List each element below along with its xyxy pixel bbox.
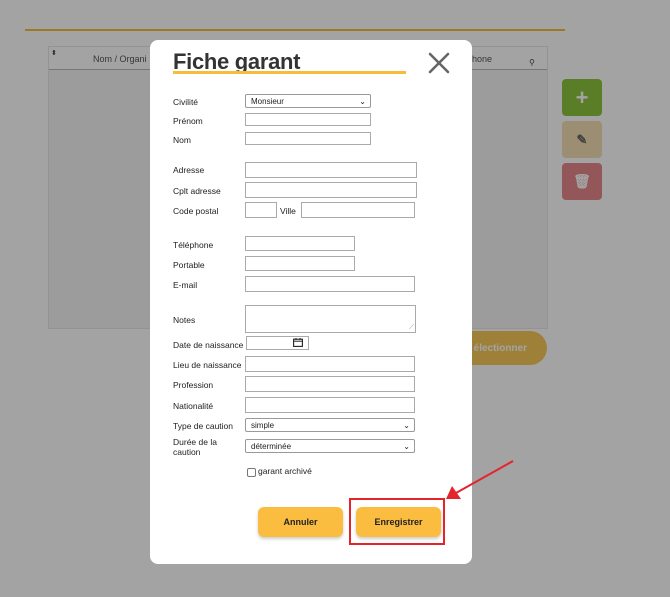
portable-input[interactable] — [245, 256, 355, 271]
guarantor-modal: Fiche garant Civilité Monsieur ⌄ Prénom … — [150, 40, 472, 564]
duree-caution-select[interactable]: déterminée ⌄ — [245, 439, 415, 453]
archived-checkbox-label[interactable]: garant archivé — [258, 466, 312, 476]
archived-checkbox[interactable] — [247, 468, 256, 477]
date-naissance-input[interactable] — [246, 336, 309, 350]
calendar-icon[interactable] — [293, 338, 303, 347]
prenom-input[interactable] — [245, 113, 371, 126]
cplt-adresse-input[interactable] — [245, 182, 417, 198]
nom-label: Nom — [173, 135, 191, 145]
duree-caution-label-line2: caution — [173, 447, 201, 457]
type-caution-label: Type de caution — [173, 421, 234, 431]
title-underline — [173, 71, 406, 74]
nom-input[interactable] — [245, 132, 371, 145]
type-caution-select[interactable]: simple ⌄ — [245, 418, 415, 432]
chevron-down-icon: ⌄ — [403, 442, 410, 451]
email-label: E-mail — [173, 280, 198, 290]
email-input[interactable] — [245, 276, 415, 292]
lieu-naissance-label: Lieu de naissance — [173, 360, 242, 370]
resize-grip-icon[interactable]: ⟋ — [409, 324, 414, 332]
lieu-naissance-input[interactable] — [245, 356, 415, 372]
type-caution-value: simple — [251, 421, 275, 430]
nationalite-label: Nationalité — [173, 401, 214, 411]
adresse-label: Adresse — [173, 165, 205, 175]
profession-label: Profession — [173, 380, 214, 390]
date-naissance-label: Date de naissance — [173, 340, 244, 350]
close-icon — [428, 52, 450, 74]
prenom-label: Prénom — [173, 116, 203, 126]
notes-textarea[interactable]: ⟋ — [245, 305, 416, 333]
adresse-input[interactable] — [245, 162, 417, 178]
civilite-value: Monsieur — [251, 97, 284, 106]
duree-caution-value: déterminée — [251, 442, 292, 451]
cancel-button[interactable]: Annuler — [258, 507, 343, 537]
telephone-input[interactable] — [245, 236, 355, 251]
civilite-label: Civilité — [173, 97, 199, 107]
civilite-select[interactable]: Monsieur ⌄ — [245, 94, 371, 108]
portable-label: Portable — [173, 260, 205, 270]
chevron-down-icon: ⌄ — [359, 97, 366, 106]
chevron-down-icon: ⌄ — [403, 421, 410, 430]
duree-caution-label-line1: Durée de la — [173, 437, 217, 447]
ville-input[interactable] — [301, 202, 415, 218]
cplt-adresse-label: Cplt adresse — [173, 186, 221, 196]
nationalite-input[interactable] — [245, 397, 415, 413]
close-button[interactable] — [426, 50, 452, 76]
profession-input[interactable] — [245, 376, 415, 392]
telephone-label: Téléphone — [173, 240, 214, 250]
notes-label: Notes — [173, 315, 196, 325]
code-postal-label: Code postal — [173, 206, 219, 216]
annotation-highlight-box — [349, 498, 445, 545]
ville-label: Ville — [280, 206, 296, 216]
code-postal-input[interactable] — [245, 202, 277, 218]
